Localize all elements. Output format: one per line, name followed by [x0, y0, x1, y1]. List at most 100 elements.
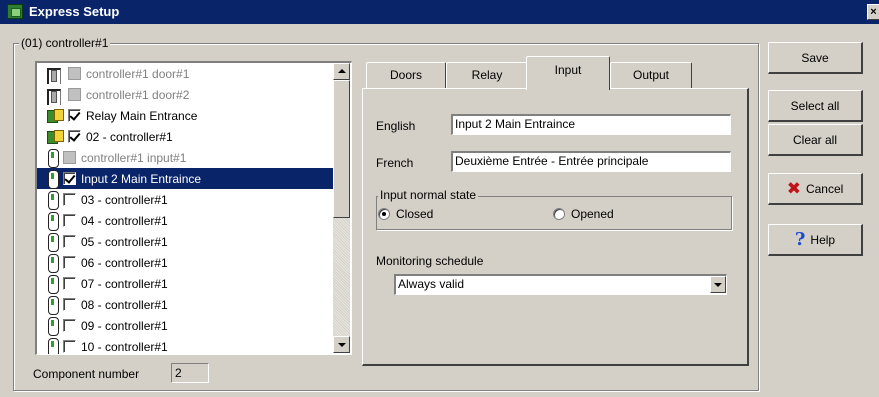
item-checkbox — [68, 67, 81, 80]
radio-closed-indicator[interactable] — [378, 208, 390, 220]
save-button[interactable]: Save — [768, 42, 863, 74]
tab-relay[interactable]: Relay — [446, 62, 528, 88]
input-icon — [47, 316, 59, 336]
list-item-label: controller#1 input#1 — [81, 150, 187, 165]
scroll-thumb[interactable] — [333, 80, 350, 218]
item-checkbox[interactable] — [63, 277, 76, 290]
list-item-label: 02 - controller#1 — [86, 129, 173, 144]
list-item[interactable]: 06 - controller#1 — [37, 252, 336, 273]
tab-label: Relay — [471, 68, 503, 82]
help-button[interactable]: ? Help — [768, 224, 863, 256]
item-checkbox[interactable] — [63, 298, 76, 311]
component-list[interactable]: controller#1 door#1 controller#1 door#2 Re… — [35, 61, 352, 355]
list-item-label: Input 2 Main Entraince — [81, 171, 202, 186]
item-checkbox[interactable] — [63, 193, 76, 206]
item-checkbox — [68, 88, 81, 101]
item-checkbox[interactable] — [63, 172, 76, 185]
item-checkbox[interactable] — [63, 319, 76, 332]
list-item-label: 04 - controller#1 — [81, 213, 168, 228]
list-item[interactable]: 05 - controller#1 — [37, 231, 336, 252]
input-icon — [47, 169, 59, 189]
list-item-label: 07 - controller#1 — [81, 276, 168, 291]
input-icon — [47, 274, 59, 294]
french-label: French — [376, 156, 414, 170]
help-label: Help — [810, 232, 836, 247]
monitoring-schedule-label: Monitoring schedule — [376, 254, 484, 268]
list-item[interactable]: 08 - controller#1 — [37, 294, 336, 315]
input-icon — [47, 337, 59, 354]
input-icon — [47, 211, 59, 231]
tab-label: Input — [554, 63, 582, 77]
select-all-button[interactable]: Select all — [768, 90, 863, 122]
tab-label: Doors — [389, 68, 422, 82]
list-item-label: 09 - controller#1 — [81, 318, 168, 333]
input-tab-panel: English Input 2 Main Entraince French De… — [362, 88, 749, 366]
monitoring-schedule-select[interactable]: Always valid — [394, 274, 727, 295]
tab-input[interactable]: Input — [526, 56, 610, 90]
item-checkbox[interactable] — [68, 130, 81, 143]
item-checkbox — [63, 151, 76, 164]
save-label: Save — [801, 50, 829, 65]
input-icon — [47, 190, 59, 210]
opened-label: Opened — [571, 207, 614, 221]
item-checkbox[interactable] — [68, 109, 81, 122]
clear-all-label: Clear all — [792, 132, 837, 147]
cancel-button[interactable]: ✖ Cancel — [768, 173, 863, 205]
list-item-label: controller#1 door#2 — [86, 87, 190, 102]
radio-opened-indicator[interactable] — [553, 208, 565, 220]
window-title: Express Setup — [29, 4, 120, 19]
groupbox-label: (01) controller#1 — [19, 36, 111, 50]
input-icon — [47, 253, 59, 273]
list-item[interactable]: 10 - controller#1 — [37, 336, 336, 354]
input-icon — [47, 295, 59, 315]
input-icon — [47, 232, 59, 252]
door-icon — [47, 65, 63, 84]
french-field[interactable]: Deuxième Entrée - Entrée principale — [451, 151, 731, 172]
component-number-field: 2 — [171, 363, 209, 383]
title-bar: Express Setup × — [0, 0, 879, 24]
list-item[interactable]: Relay Main Entrance — [37, 105, 336, 126]
door-icon — [47, 86, 63, 105]
list-item[interactable]: 02 - controller#1 — [37, 126, 336, 147]
english-field[interactable]: Input 2 Main Entraince — [451, 114, 731, 135]
list-item-label: Relay Main Entrance — [86, 108, 198, 123]
component-list-items: controller#1 door#1 controller#1 door#2 Re… — [37, 63, 336, 354]
list-item[interactable]: controller#1 door#2 — [37, 84, 336, 105]
normal-state-label: Input normal state — [378, 188, 479, 202]
tab-doors[interactable]: Doors — [366, 62, 446, 88]
chevron-down-icon[interactable] — [710, 276, 726, 293]
relay-icon — [47, 129, 64, 145]
list-item[interactable]: controller#1 input#1 — [37, 147, 336, 168]
scroll-down-button[interactable] — [333, 336, 350, 353]
list-item[interactable]: 07 - controller#1 — [37, 273, 336, 294]
item-checkbox[interactable] — [63, 256, 76, 269]
tab-output[interactable]: Output — [610, 62, 692, 88]
select-all-label: Select all — [790, 98, 840, 113]
opened-radio[interactable]: Opened — [553, 207, 614, 221]
close-button[interactable]: × — [867, 4, 879, 20]
list-item-label: 06 - controller#1 — [81, 255, 168, 270]
component-number-label: Component number — [33, 367, 140, 381]
list-item[interactable]: controller#1 door#1 — [37, 63, 336, 84]
closed-label: Closed — [396, 207, 434, 221]
list-item[interactable]: 04 - controller#1 — [37, 210, 336, 231]
scroll-up-button[interactable] — [333, 63, 350, 80]
closed-radio[interactable]: Closed — [378, 207, 433, 221]
item-checkbox[interactable] — [63, 235, 76, 248]
app-icon — [7, 4, 23, 19]
list-scrollbar[interactable] — [333, 63, 350, 353]
list-item[interactable]: Input 2 Main Entraince — [37, 168, 336, 189]
list-item-label: controller#1 door#1 — [86, 66, 190, 81]
tab-label: Output — [632, 68, 670, 82]
list-item-label: 10 - controller#1 — [81, 339, 168, 354]
clear-all-button[interactable]: Clear all — [768, 124, 863, 156]
list-item[interactable]: 03 - controller#1 — [37, 189, 336, 210]
item-checkbox[interactable] — [63, 340, 76, 353]
item-checkbox[interactable] — [63, 214, 76, 227]
list-item[interactable]: 09 - controller#1 — [37, 315, 336, 336]
x-icon: ✖ — [786, 179, 801, 198]
list-item-label: 08 - controller#1 — [81, 297, 168, 312]
input-icon — [47, 148, 59, 168]
relay-icon — [47, 108, 64, 124]
monitoring-schedule-value: Always valid — [398, 277, 465, 291]
